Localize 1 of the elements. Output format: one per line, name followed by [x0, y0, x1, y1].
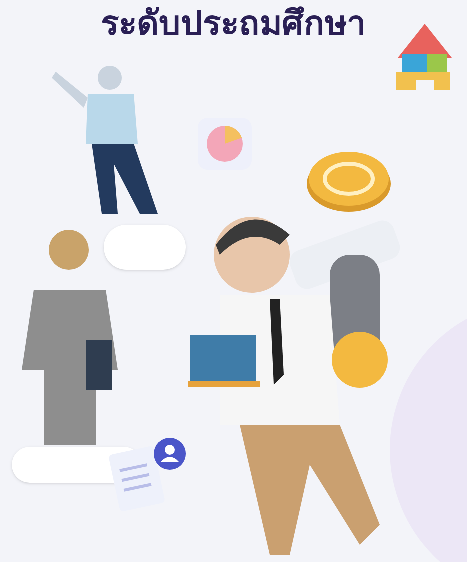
page-heading: ระดับประถมศึกษา	[101, 4, 366, 44]
